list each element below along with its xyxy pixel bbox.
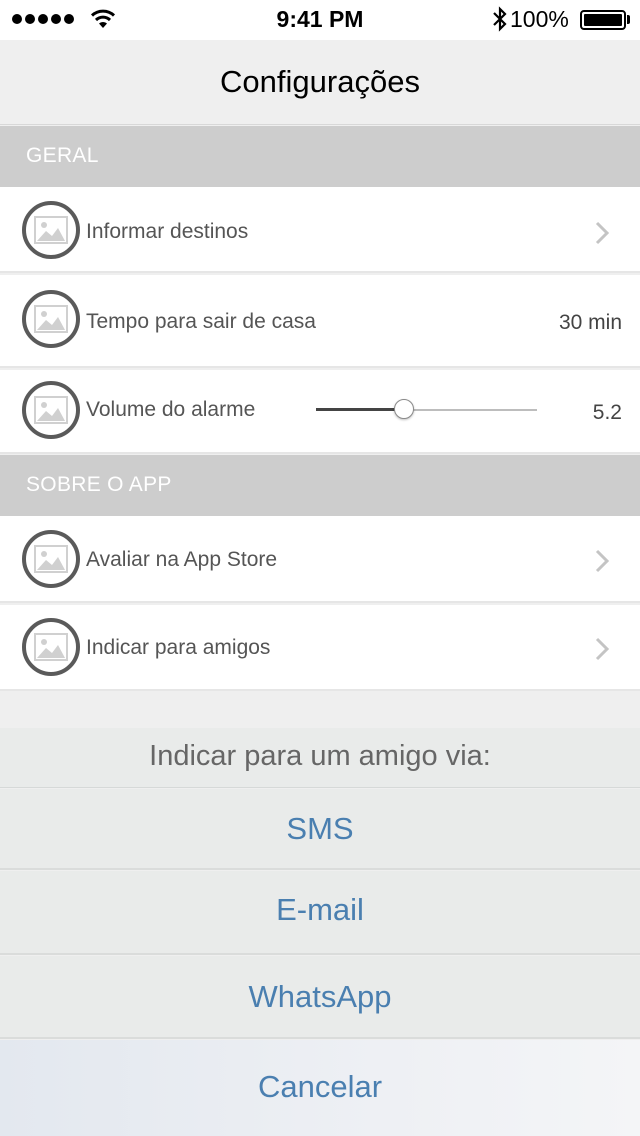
row-volume-alarme: Volume do alarme 5.2: [0, 370, 640, 454]
status-bar: 9:41 PM 100%: [0, 0, 640, 40]
email-button-label: E-mail: [276, 892, 364, 927]
image-placeholder-icon: [22, 618, 80, 676]
row-label: Tempo para sair de casa: [86, 310, 316, 333]
section-header-label: SOBRE O APP: [26, 473, 172, 496]
navigation-bar: Configurações: [0, 40, 640, 125]
email-button[interactable]: E-mail: [0, 871, 640, 955]
bluetooth-icon: [493, 6, 507, 32]
image-placeholder-icon: [22, 530, 80, 588]
action-sheet-title: Indicar para um amigo via:: [0, 728, 640, 788]
battery-percentage: 100%: [510, 6, 569, 32]
chevron-right-icon: [595, 221, 610, 245]
volume-slider-fill: [316, 408, 405, 411]
row-indicar-amigos[interactable]: Indicar para amigos: [0, 605, 640, 691]
section-header-label: GERAL: [26, 144, 99, 167]
battery-icon: [580, 10, 626, 30]
volume-value: 5.2: [592, 401, 622, 424]
volume-slider-thumb[interactable]: [394, 399, 415, 419]
whatsapp-button[interactable]: WhatsApp: [0, 956, 640, 1039]
chevron-right-icon: [595, 549, 610, 573]
row-label: Informar destinos: [86, 220, 249, 243]
chevron-right-icon: [595, 637, 610, 661]
row-label: Indicar para amigos: [86, 636, 271, 659]
cancel-button[interactable]: Cancelar: [0, 1040, 640, 1136]
sms-button[interactable]: SMS: [0, 789, 640, 870]
row-informar-destinos[interactable]: Informar destinos: [0, 187, 640, 273]
image-placeholder-icon: [22, 290, 80, 348]
section-header-sobre: SOBRE O APP: [0, 455, 640, 516]
cancel-button-label: Cancelar: [257, 1069, 383, 1104]
row-label: Avaliar na App Store: [86, 548, 278, 571]
image-placeholder-icon: [22, 381, 80, 439]
row-avaliar-app-store[interactable]: Avaliar na App Store: [0, 516, 640, 603]
action-sheet-title-label: Indicar para um amigo via:: [149, 740, 491, 772]
row-label: Volume do alarme: [86, 398, 256, 421]
tempo-value: 30 min: [558, 311, 622, 334]
battery-tip: [627, 15, 630, 24]
row-tempo-sair[interactable]: Tempo para sair de casa 30 min: [0, 275, 640, 368]
page-title: Configurações: [220, 64, 420, 99]
whatsapp-button-label: WhatsApp: [248, 979, 392, 1014]
sms-button-label: SMS: [286, 811, 354, 846]
section-header-geral: GERAL: [0, 126, 640, 187]
image-placeholder-icon: [22, 201, 80, 259]
